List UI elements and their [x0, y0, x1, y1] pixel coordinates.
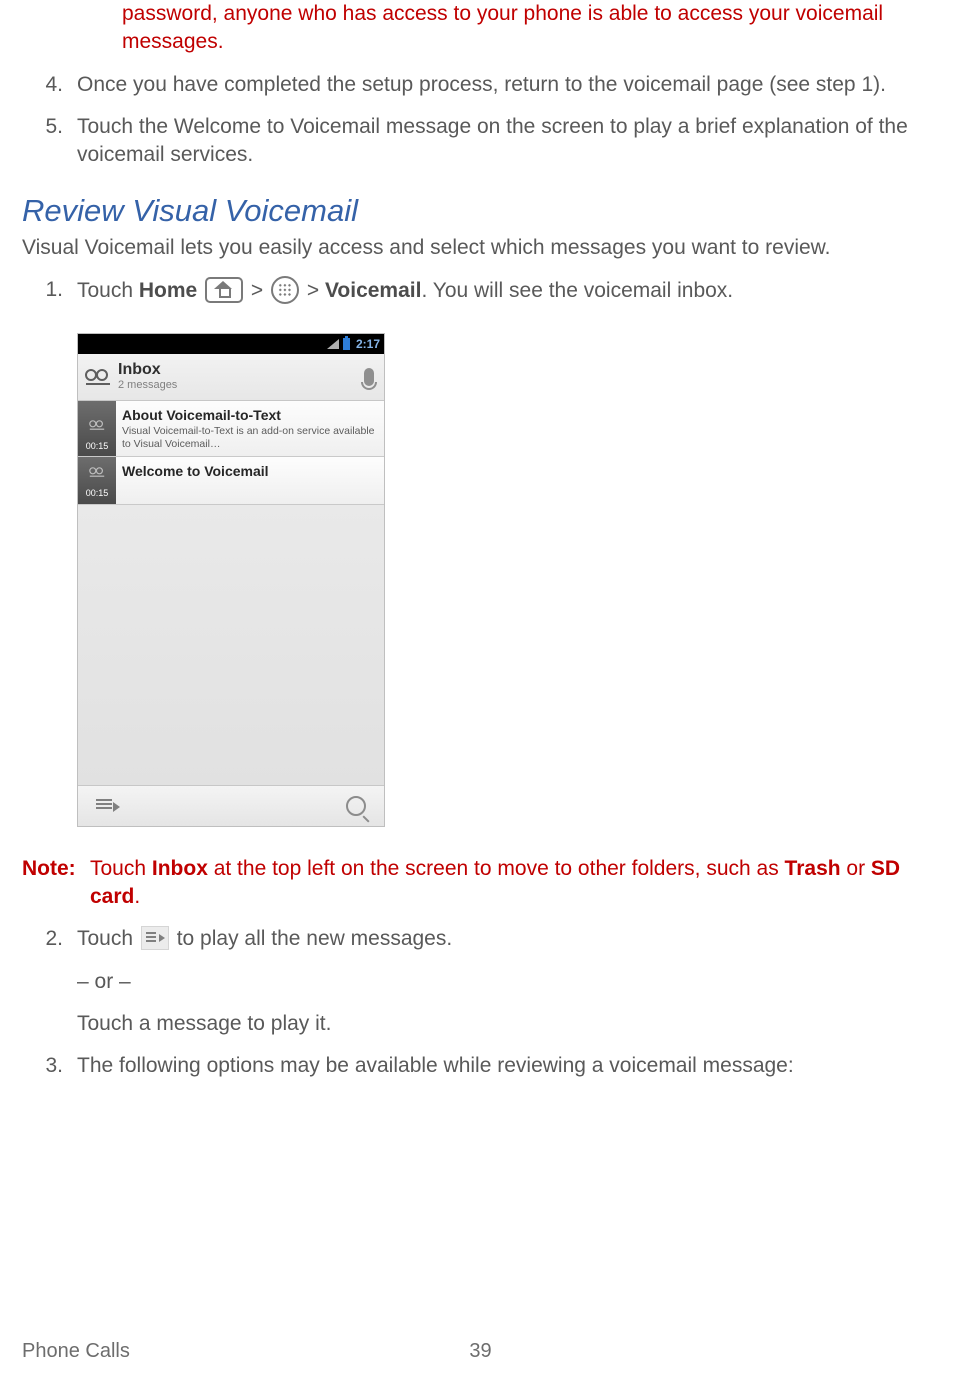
note-frag-d: . — [134, 885, 140, 908]
message-title: Welcome to Voicemail — [122, 462, 378, 481]
inbox-message-count: 2 messages — [118, 378, 364, 393]
label-home: Home — [139, 279, 197, 302]
home-icon — [205, 277, 243, 303]
step-1-frag-b: . You will see the voicemail inbox. — [421, 279, 733, 302]
list-item: 00:15 About Voicemail-to-Text Visual Voi… — [78, 401, 384, 457]
step-text-1: Touch Home > > Voicemail. You will see t… — [77, 276, 939, 305]
step-2-frag-b: to play all the new messages. — [171, 927, 452, 950]
voicemail-icon — [89, 466, 106, 479]
warning-continuation: password, anyone who has access to your … — [122, 0, 939, 57]
section-heading-review-visual-voicemail: Review Visual Voicemail — [22, 190, 939, 232]
sep-gt-2: > — [301, 279, 325, 302]
status-bar: 2:17 — [78, 334, 384, 354]
label-trash: Trash — [785, 857, 841, 880]
voicemail-icon — [89, 419, 106, 432]
bottom-toolbar — [78, 785, 384, 826]
play-all-icon — [96, 799, 118, 813]
page-number: 39 — [469, 1338, 491, 1365]
step-2-frag-c: Touch a message to play it. — [77, 1010, 939, 1038]
step-1-frag-a: Touch — [77, 279, 139, 302]
step-number-1: 1. — [22, 276, 77, 305]
empty-area — [78, 505, 384, 785]
message-title: About Voicemail-to-Text — [122, 406, 378, 425]
search-icon — [346, 796, 366, 816]
step-number-2: 2. — [22, 925, 77, 1038]
step-text-4: Once you have completed the setup proces… — [77, 71, 939, 99]
note-text: Touch Inbox at the top left on the scree… — [90, 855, 939, 912]
list-item: 00:15 Welcome to Voicemail — [78, 457, 384, 504]
message-preview: Visual Voicemail-to-Text is an add-on se… — [122, 425, 378, 451]
footer-section: Phone Calls — [22, 1338, 130, 1365]
step-text-3: The following options may be available w… — [77, 1052, 939, 1080]
microphone-icon — [364, 368, 374, 386]
step-number-3: 3. — [22, 1052, 77, 1080]
section-lead: Visual Voicemail lets you easily access … — [22, 234, 939, 262]
label-voicemail: Voicemail — [325, 279, 422, 302]
play-all-icon — [141, 926, 169, 950]
inbox-header: Inbox 2 messages — [78, 354, 384, 401]
step-text-5: Touch the Welcome to Voicemail message o… — [77, 113, 939, 170]
duration-badge: 00:15 — [86, 487, 109, 499]
sep-gt-1: > — [245, 279, 269, 302]
status-time: 2:17 — [356, 336, 380, 352]
battery-icon — [343, 338, 350, 350]
inbox-title: Inbox — [118, 362, 364, 378]
note-label: Note: — [22, 857, 76, 880]
step-2-frag-a: Touch — [77, 927, 139, 950]
label-inbox: Inbox — [152, 857, 208, 880]
note-frag-a: Touch — [90, 857, 152, 880]
note-frag-b: at the top left on the screen to move to… — [208, 857, 785, 880]
note-frag-c: or — [841, 857, 871, 880]
step-2-or: – or – — [77, 968, 939, 996]
step-number-4: 4. — [22, 71, 77, 99]
duration-badge: 00:15 — [86, 440, 109, 452]
apps-grid-icon — [271, 276, 299, 304]
voicemail-inbox-screenshot: 2:17 Inbox 2 messages 00:15 — [77, 333, 385, 826]
signal-icon — [327, 339, 339, 349]
step-number-5: 5. — [22, 113, 77, 170]
voicemail-icon — [84, 366, 112, 388]
step-text-2: Touch to play all the new messages. – or… — [77, 925, 939, 1038]
